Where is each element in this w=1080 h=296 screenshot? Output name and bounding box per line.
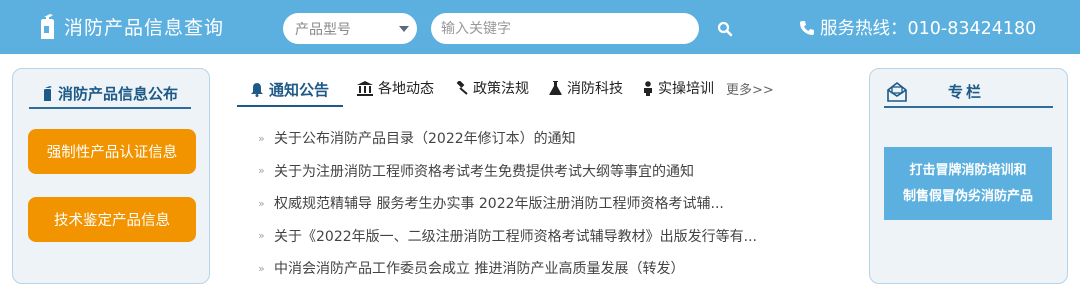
list-item[interactable]: » 中消会消防产品工作委员会成立 推进消防产业高质量发展（转发） xyxy=(258,252,757,285)
search-input[interactable] xyxy=(431,13,699,44)
gavel-icon xyxy=(456,81,468,95)
double-chevron-right-icon: » xyxy=(258,164,265,178)
banner-line2: 制售假冒伪劣消防产品 xyxy=(902,188,1033,204)
list-item[interactable]: » 关于公布消防产品目录（2022年修订本）的通知 xyxy=(258,122,757,155)
ccc-cert-info-button[interactable]: 强制性产品认证信息 xyxy=(28,129,196,174)
chevron-down-icon xyxy=(399,25,409,32)
panel-title-text: 消防产品信息公布 xyxy=(57,84,178,103)
building-icon xyxy=(357,80,374,96)
site-logo[interactable]: 消防产品信息查询 xyxy=(38,12,224,40)
hotline-text: 服务热线：010-83424180 xyxy=(820,19,1037,39)
extinguisher-icon xyxy=(43,86,52,101)
news-title: 中消会消防产品工作委员会成立 推进消防产业高质量发展（转发） xyxy=(274,261,685,278)
top-header: 消防产品信息查询 产品型号 服务热线：010-83424180 xyxy=(0,0,1080,54)
banner-line1: 打击冒牌消防培训和 xyxy=(909,162,1027,178)
flask-icon xyxy=(549,81,562,95)
tab-notices[interactable]: 通知公告 xyxy=(237,74,344,107)
news-title: 关于公布消防产品目录（2022年修订本）的通知 xyxy=(274,131,576,148)
double-chevron-right-icon: » xyxy=(258,131,265,145)
news-title: 权威规范精辅导 服务考生办实事 2022年版注册消防工程师资格考试辅... xyxy=(274,196,724,213)
tab-policies[interactable]: 政策法规 xyxy=(454,74,529,102)
list-item[interactable]: » 关于为注册消防工程师资格考试考生免费提供考试大纲等事宜的通知 xyxy=(258,155,757,188)
more-link[interactable]: 更多>> xyxy=(726,74,774,102)
special-column-panel: 专栏 打击冒牌消防培训和 制售假冒伪劣消防产品 xyxy=(869,68,1068,284)
panel-title-text: 专栏 xyxy=(948,83,985,101)
tab-fire-tech[interactable]: 消防科技 xyxy=(549,74,623,102)
select-value: 产品型号 xyxy=(295,21,351,38)
bell-icon xyxy=(251,83,263,97)
double-chevron-right-icon: » xyxy=(258,196,265,210)
tab-training[interactable]: 实操培训 xyxy=(643,74,714,102)
fire-extinguisher-logo-icon xyxy=(41,14,54,39)
news-list: » 关于公布消防产品目录（2022年修订本）的通知 » 关于为注册消防工程师资格… xyxy=(258,122,757,285)
list-item[interactable]: » 权威规范精辅导 服务考生办实事 2022年版注册消防工程师资格考试辅... xyxy=(258,187,757,220)
tab-label: 通知公告 xyxy=(269,81,330,99)
user-icon xyxy=(644,80,653,96)
news-title: 关于《2022年版一、二级注册消防工程师资格考试辅导教材》出版发行等有... xyxy=(274,228,757,245)
tab-label: 各地动态 xyxy=(378,81,435,97)
news-tabs: 通知公告 各地动态 政策法规 消防科技 实操培训 更多>> xyxy=(237,74,774,107)
anti-counterfeit-banner[interactable]: 打击冒牌消防培训和 制售假冒伪劣消防产品 xyxy=(884,147,1052,220)
site-title: 消防产品信息查询 xyxy=(64,16,225,39)
tab-label: 政策法规 xyxy=(473,81,530,97)
search-icon xyxy=(717,21,733,37)
phone-icon xyxy=(800,20,814,35)
double-chevron-right-icon: » xyxy=(258,229,265,243)
double-chevron-right-icon: » xyxy=(258,261,265,275)
search-button[interactable] xyxy=(712,16,738,42)
tech-appraisal-info-button[interactable]: 技术鉴定产品信息 xyxy=(28,197,196,242)
list-item[interactable]: » 关于《2022年版一、二级注册消防工程师资格考试辅导教材》出版发行等有... xyxy=(258,220,757,253)
product-info-panel: 消防产品信息公布 强制性产品认证信息 技术鉴定产品信息 xyxy=(12,68,210,284)
news-title: 关于为注册消防工程师资格考试考生免费提供考试大纲等事宜的通知 xyxy=(274,163,694,180)
service-hotline: 服务热线：010-83424180 xyxy=(799,15,1036,40)
tab-label: 消防科技 xyxy=(567,81,624,97)
mail-icon xyxy=(887,81,907,102)
product-type-select[interactable]: 产品型号 xyxy=(283,13,417,44)
tab-local-news[interactable]: 各地动态 xyxy=(357,74,434,102)
panel-title: 消防产品信息公布 xyxy=(29,79,191,109)
panel-title: 专栏 xyxy=(884,77,1053,108)
tab-label: 实操培训 xyxy=(658,81,715,97)
